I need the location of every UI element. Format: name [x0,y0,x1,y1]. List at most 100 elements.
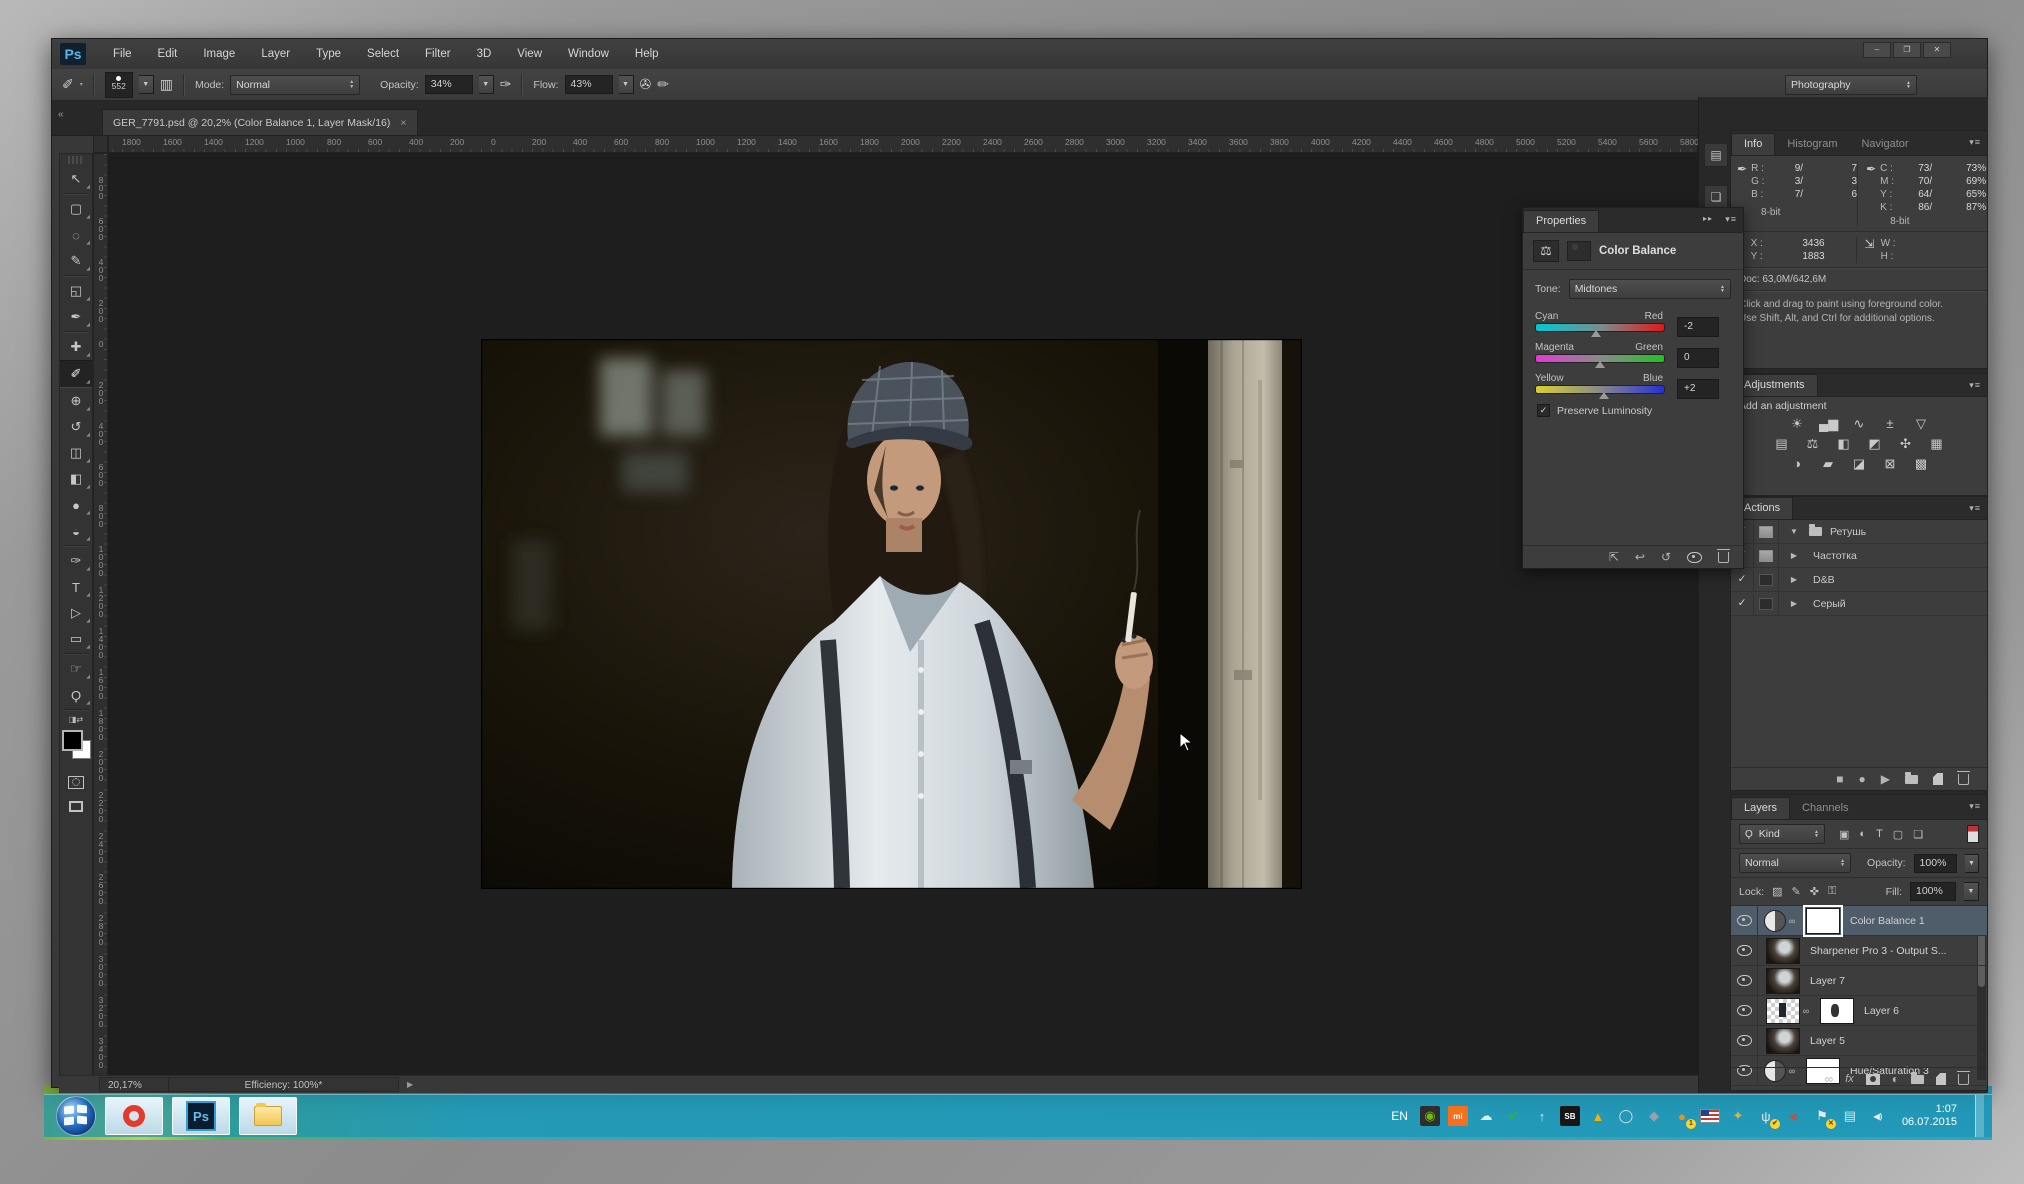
brightness-contrast-icon[interactable]: ☀ [1788,416,1806,432]
tab-info[interactable]: Info [1731,133,1775,155]
new-set-icon[interactable] [1905,775,1918,784]
delete-layer-icon[interactable] [1958,1074,1969,1085]
panel-menu-icon[interactable]: ▾≡ [1725,214,1737,225]
preserve-luminosity-checkbox[interactable]: ✓ [1537,404,1550,417]
exposure-icon[interactable]: ± [1881,416,1899,432]
action-dialog-toggle[interactable] [1754,568,1779,591]
usb-tray-icon[interactable]: ψ✔ [1756,1106,1776,1126]
black-white-icon[interactable]: ◧ [1835,436,1853,452]
history-brush-tool[interactable]: ↺◢ [60,414,92,440]
close-button[interactable]: ✕ [1923,42,1951,58]
curves-icon[interactable]: ∿ [1850,416,1868,432]
network-tray-icon[interactable]: ▤ [1840,1106,1860,1126]
brush-size-picker[interactable]: 552 [105,72,133,98]
crop-tool[interactable]: ◱◢ [60,278,92,304]
layer-opacity-arrow-icon[interactable]: ▼ [1965,854,1979,873]
taskbar-clock[interactable]: 1:07 06.07.2015 [1896,1103,1967,1129]
toggle-brush-panel-icon[interactable]: ▥ [160,76,173,93]
spot-healing-tool[interactable]: ✚◢ [60,334,92,360]
action-row[interactable]: ✓▼Ретушь [1731,520,1987,544]
layer-visibility-toggle[interactable] [1731,966,1758,995]
channel-mixer-icon[interactable]: ✣ [1897,436,1915,452]
color-balance-icon[interactable]: ⚖ [1804,436,1822,452]
layer-mask-icon[interactable] [1567,241,1591,261]
layer-thumbnail[interactable] [1766,968,1800,994]
lock-transparency-icon[interactable]: ▨ [1772,885,1782,898]
action-expand-icon[interactable]: ▶ [1779,599,1809,608]
pressure-opacity-icon[interactable]: ✑ [500,76,512,93]
hand-tool[interactable]: ☞◢ [60,656,92,682]
brush-presets-panel-icon[interactable]: ❏ [1704,185,1728,209]
brush-tool[interactable]: ✐◢ [60,360,92,388]
start-button[interactable] [56,1096,96,1136]
action-dialog-toggle[interactable] [1754,544,1779,567]
status-menu-arrow-icon[interactable]: ▶ [407,1080,413,1089]
add-mask-icon[interactable] [1866,1074,1880,1085]
menu-file[interactable]: File [100,39,145,69]
reset-icon[interactable]: ↺ [1661,550,1671,564]
tab-overflow-icon[interactable]: « [58,109,64,120]
new-action-icon[interactable] [1933,773,1943,785]
sphere-tray-icon[interactable]: ◯ [1616,1106,1636,1126]
layer-row[interactable]: ∞Layer 6 [1731,996,1987,1026]
flow-arrow-icon[interactable]: ▼ [619,75,634,94]
delete-adjustment-icon[interactable] [1718,552,1729,563]
new-adjustment-icon[interactable]: ◐ [1892,1072,1899,1086]
tool-presets-panel-icon[interactable]: ▤ [1704,143,1728,167]
layer-thumbnail[interactable] [1766,998,1800,1024]
nvidia-tray-icon[interactable]: ◉ [1420,1106,1440,1126]
layer-row[interactable]: Layer 5 [1731,1026,1987,1056]
opacity-field[interactable]: 34% [425,75,473,94]
menu-help[interactable]: Help [622,39,672,69]
menu-filter[interactable]: Filter [412,39,464,69]
lock-all-icon[interactable]: ⚿ [1828,885,1836,898]
layer-visibility-toggle[interactable] [1731,906,1758,935]
layer-thumbnail[interactable] [1766,938,1800,964]
layer-visibility-toggle[interactable] [1731,936,1758,965]
menu-3d[interactable]: 3D [464,39,505,69]
action-dialog-toggle[interactable] [1754,520,1779,543]
fill-arrow-icon[interactable]: ▼ [1964,882,1979,901]
move-tool[interactable]: ↖◢ [60,166,92,192]
language-indicator[interactable]: EN [1391,1109,1408,1123]
gradient-map-icon[interactable]: ▩ [1912,456,1930,472]
action-center-tray-icon[interactable]: ⚑✕ [1812,1106,1832,1126]
vibrance-icon[interactable]: ▽ [1912,416,1930,432]
eyedropper-cmyk-icon[interactable]: ✒ [1866,162,1876,214]
visibility-eye-icon[interactable] [1687,552,1702,563]
filter-kind-select[interactable]: Ϙ Kind ▲▼ [1739,824,1825,844]
dodge-tool[interactable]: ◒◢ [60,518,92,544]
taskbar-explorer-button[interactable] [239,1097,297,1135]
vertical-ruler[interactable]: 8 0 06 0 04 0 02 0 002 0 04 0 06 0 08 0 … [93,153,108,1093]
type-tool[interactable]: T◢ [60,574,92,600]
eyedropper-rgb-icon[interactable]: ✒ [1737,162,1747,201]
slider-thumb[interactable] [1591,330,1601,337]
cloud-sync-tray-icon[interactable]: ☁ [1476,1106,1496,1126]
diamond-tray-icon[interactable]: ◆ [1644,1106,1664,1126]
clip-to-layer-icon[interactable]: ⇱ [1609,550,1619,564]
slider-track[interactable] [1535,354,1665,363]
action-check-icon[interactable]: ✓ [1731,568,1754,591]
layer-blend-mode-select[interactable]: Normal ▲▼ [1739,853,1851,873]
new-layer-icon[interactable] [1936,1073,1946,1085]
zoom-tool[interactable]: Ϙ◢ [60,682,92,708]
workspace-switcher[interactable]: Photography ▲▼ [1785,75,1917,95]
layer-opacity-field[interactable]: 100% [1914,854,1957,873]
action-expand-icon[interactable]: ▶ [1779,575,1809,584]
link-layers-icon[interactable]: ∞ [1825,1072,1834,1086]
filter-toggle[interactable] [1967,825,1979,843]
show-desktop-button[interactable] [1975,1095,1984,1137]
layer-row[interactable]: Sharpener Pro 3 - Output S... [1731,936,1987,966]
horn-tray-icon[interactable]: ◀) [1784,1106,1804,1126]
updater-tray-icon[interactable]: ↑ [1532,1106,1552,1126]
layer-mask-thumbnail[interactable] [1820,998,1854,1024]
panel-menu-icon[interactable]: ▾≡ [1969,801,1981,812]
slider-value-field[interactable]: 0 [1677,348,1719,368]
layer-row[interactable]: ∞Color Balance 1 [1731,906,1987,936]
lock-paint-icon[interactable]: ✎ [1792,885,1801,898]
sb-tray-icon[interactable]: SB [1560,1106,1580,1126]
slider-value-field[interactable]: +2 [1677,379,1719,399]
lock-position-icon[interactable]: ✜ [1810,885,1819,898]
menu-image[interactable]: Image [190,39,248,69]
fill-field[interactable]: 100% [1910,882,1956,901]
